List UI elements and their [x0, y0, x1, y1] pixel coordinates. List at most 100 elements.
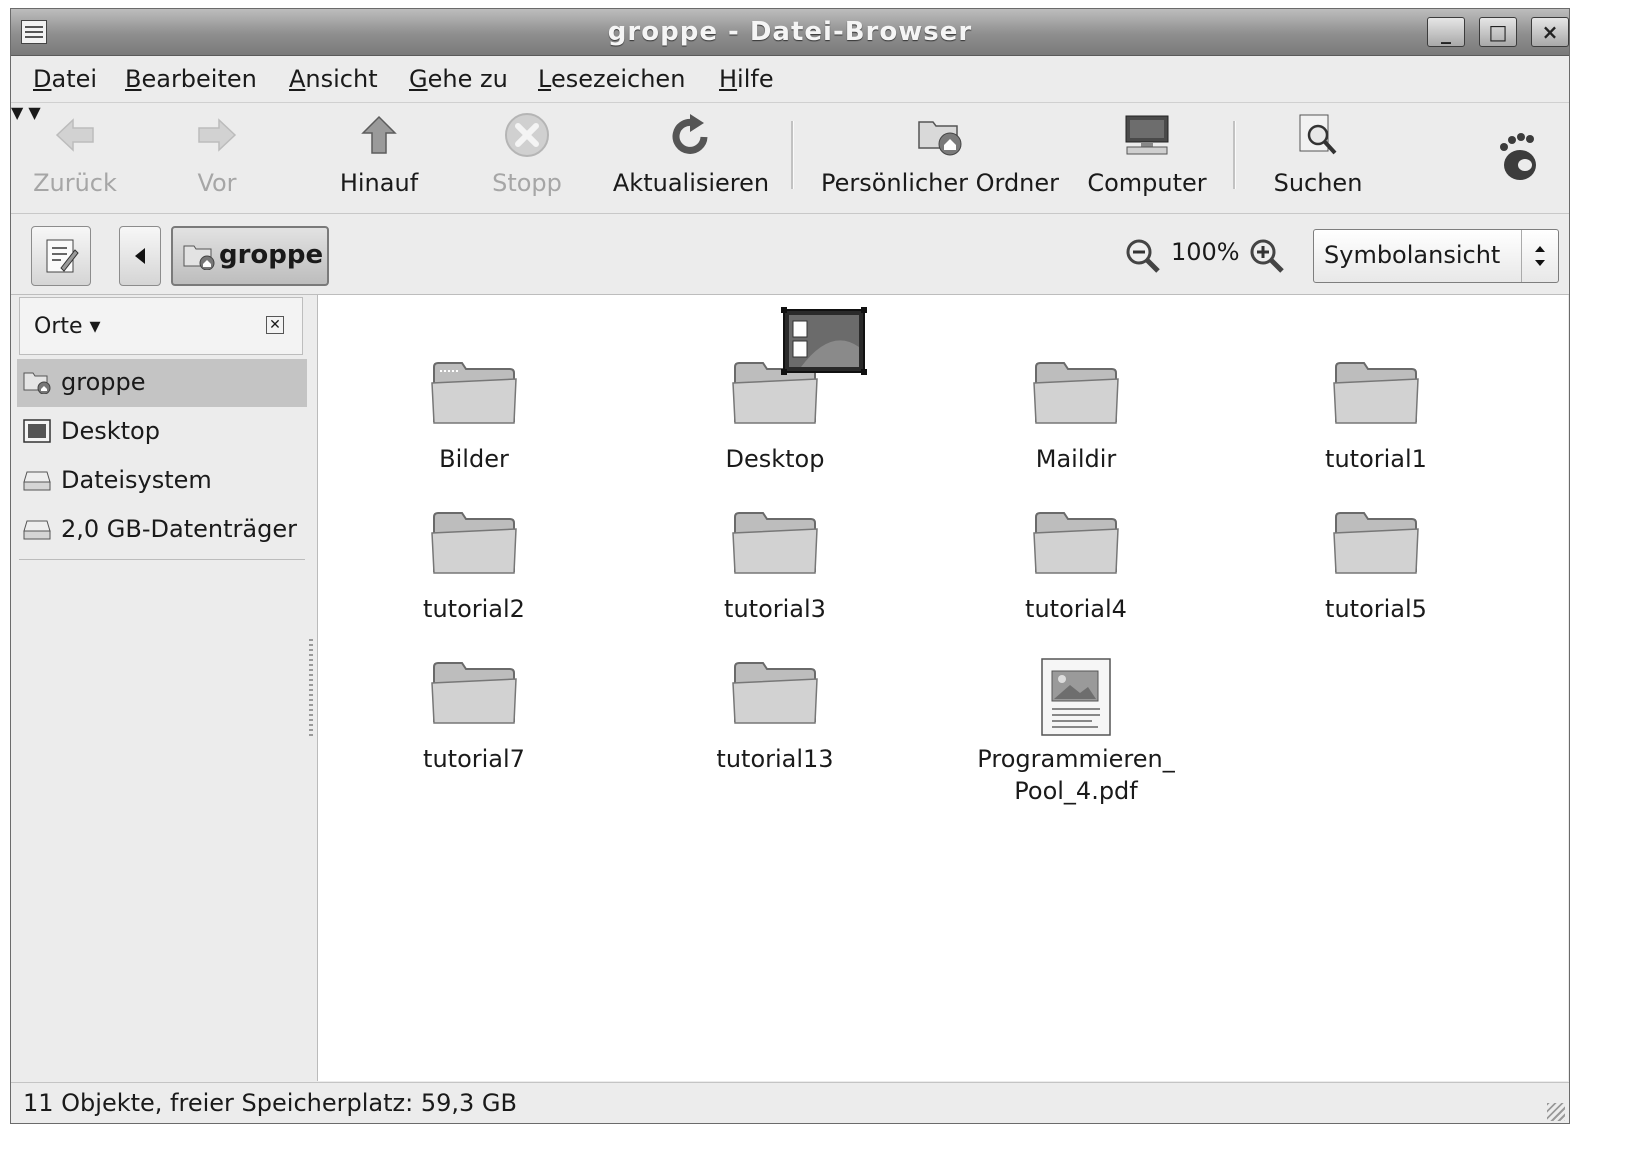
menu-datei[interactable]: Datei — [33, 65, 97, 93]
forward-button[interactable]: Vor — [179, 111, 255, 197]
folder-icon — [1032, 507, 1120, 579]
file-item[interactable]: tutorial3 — [665, 507, 885, 625]
close-sidebar-button[interactable]: ✕ — [266, 316, 284, 334]
menu-bar: Datei Bearbeiten Ansicht Gehe zu Lesezei… — [11, 56, 1569, 103]
sidebar-item-dateisystem[interactable]: Dateisystem — [17, 457, 307, 505]
menu-lesezeichen-mnemonic: L — [538, 65, 551, 93]
up-button[interactable]: Hinauf — [329, 111, 429, 197]
file-item[interactable]: tutorial13 — [665, 657, 885, 775]
sidebar-item-label: Desktop — [61, 417, 160, 445]
file-item[interactable]: tutorial1 — [1266, 357, 1486, 475]
location-bar: groppe 100% Symbolansicht — [11, 214, 1569, 295]
reload-button[interactable]: Aktualisieren — [609, 111, 773, 197]
stop-label: Stopp — [492, 169, 562, 197]
folder-icon — [1332, 357, 1420, 429]
reload-icon — [667, 111, 715, 159]
home-button[interactable]: Persönlicher Ordner — [815, 111, 1065, 197]
sidebar-type-selector[interactable]: Orte ▾ — [34, 314, 101, 339]
title-bar[interactable]: groppe - Datei-Browser _ □ × — [11, 9, 1569, 56]
folder-icon — [1332, 507, 1420, 579]
file-item[interactable]: tutorial7 — [364, 657, 584, 775]
folder-icon — [430, 507, 518, 579]
folder-icon — [430, 357, 518, 429]
menu-ansicht-label: nsicht — [305, 65, 378, 93]
zoom-level[interactable]: 100% — [1171, 238, 1240, 266]
file-item[interactable]: tutorial4 — [966, 507, 1186, 625]
sidebar-divider — [19, 559, 305, 560]
sidebar-header-label: Orte — [34, 314, 83, 339]
toggle-location-entry-button[interactable] — [31, 226, 91, 286]
window-title: groppe - Datei-Browser — [607, 17, 973, 47]
desktop-icon — [23, 419, 51, 443]
search-icon — [1294, 111, 1342, 159]
breadcrumb-current-folder[interactable]: groppe — [171, 226, 329, 286]
file-item[interactable]: Bilder — [364, 357, 584, 475]
pdf-document-icon — [1032, 657, 1120, 736]
file-item[interactable]: Maildir — [966, 357, 1186, 475]
file-item[interactable]: Programmieren_ Pool_4.pdf — [966, 657, 1186, 807]
drive-icon — [23, 517, 51, 541]
menu-bearbeiten[interactable]: Bearbeiten — [125, 65, 257, 93]
file-icon-view[interactable]: Bilder Desktop Maildir tutorial1 tutoria… — [317, 295, 1568, 1081]
menu-lesezeichen[interactable]: Lesezeichen — [538, 65, 685, 93]
maximize-button[interactable]: □ — [1479, 17, 1517, 47]
pane-resize-handle[interactable] — [309, 639, 313, 739]
menu-hilfe[interactable]: Hilfe — [719, 65, 774, 93]
arrow-right-icon — [193, 111, 241, 159]
menu-datei-mnemonic: D — [33, 65, 52, 93]
resize-grip[interactable] — [1547, 1103, 1565, 1121]
menu-gehe-zu[interactable]: Gehe zu — [409, 65, 508, 93]
file-name: Programmieren_ Pool_4.pdf — [977, 745, 1175, 805]
view-mode-select[interactable]: Symbolansicht — [1313, 229, 1559, 283]
sidebar-item-groppe[interactable]: groppe — [17, 359, 307, 407]
forward-label: Vor — [197, 169, 237, 197]
menu-gehe-zu-mnemonic: G — [409, 65, 428, 93]
stop-button[interactable]: Stopp — [481, 111, 573, 197]
folder-icon — [731, 507, 819, 579]
sidebar-header: Orte ▾ ✕ — [19, 297, 303, 355]
home-folder-icon — [916, 111, 964, 159]
gnome-foot-icon — [1495, 131, 1541, 187]
path-scroll-left-button[interactable] — [119, 226, 161, 286]
view-mode-value: Symbolansicht — [1324, 241, 1501, 269]
menu-lesezeichen-label: esezeichen — [550, 65, 686, 93]
folder-icon — [731, 657, 819, 729]
search-button[interactable]: Suchen — [1265, 111, 1371, 197]
sidebar-item-desktop[interactable]: Desktop — [17, 408, 307, 456]
toolbar-separator — [1233, 121, 1236, 189]
sidebar-item-2gb-drive[interactable]: 2,0 GB-Datenträger — [17, 506, 307, 554]
toolbar-separator — [791, 121, 794, 189]
menu-bearbeiten-mnemonic: B — [125, 65, 142, 93]
menu-bearbeiten-label: earbeiten — [141, 65, 257, 93]
back-history-dropdown[interactable]: ▼ — [11, 103, 23, 122]
close-icon: ✕ — [269, 317, 281, 333]
stop-icon — [503, 111, 551, 159]
menu-gehe-zu-label: ehe zu — [427, 65, 508, 93]
status-bar: 11 Objekte, freier Speicherplatz: 59,3 G… — [11, 1082, 1569, 1123]
computer-button[interactable]: Computer — [1083, 111, 1211, 197]
edit-document-icon — [45, 238, 79, 278]
file-name: tutorial2 — [423, 595, 525, 623]
zoom-out-icon — [1126, 239, 1160, 273]
file-item[interactable]: tutorial2 — [364, 507, 584, 625]
file-item[interactable]: Desktop — [665, 307, 885, 475]
close-button[interactable]: × — [1531, 17, 1569, 47]
file-name: tutorial3 — [724, 595, 826, 623]
home-label: Persönlicher Ordner — [820, 169, 1060, 197]
zoom-out-button[interactable] — [1125, 238, 1161, 278]
menu-hilfe-label: ilfe — [737, 65, 774, 93]
status-text: 11 Objekte, freier Speicherplatz: 59,3 G… — [23, 1089, 517, 1117]
back-button[interactable]: Zurück — [29, 111, 121, 197]
menu-hilfe-mnemonic: H — [719, 65, 738, 93]
file-name: Desktop — [725, 445, 825, 473]
menu-ansicht[interactable]: Ansicht — [289, 65, 378, 93]
zoom-in-button[interactable] — [1249, 238, 1285, 278]
chevron-down-icon: ▾ — [82, 314, 101, 339]
minimize-button[interactable]: _ — [1427, 17, 1465, 47]
file-item[interactable]: tutorial5 — [1266, 507, 1486, 625]
reload-label: Aktualisieren — [612, 169, 770, 197]
file-name: Bilder — [439, 445, 509, 473]
file-name: Maildir — [1035, 445, 1117, 473]
folder-icon — [731, 307, 867, 429]
arrow-up-icon — [355, 111, 403, 159]
